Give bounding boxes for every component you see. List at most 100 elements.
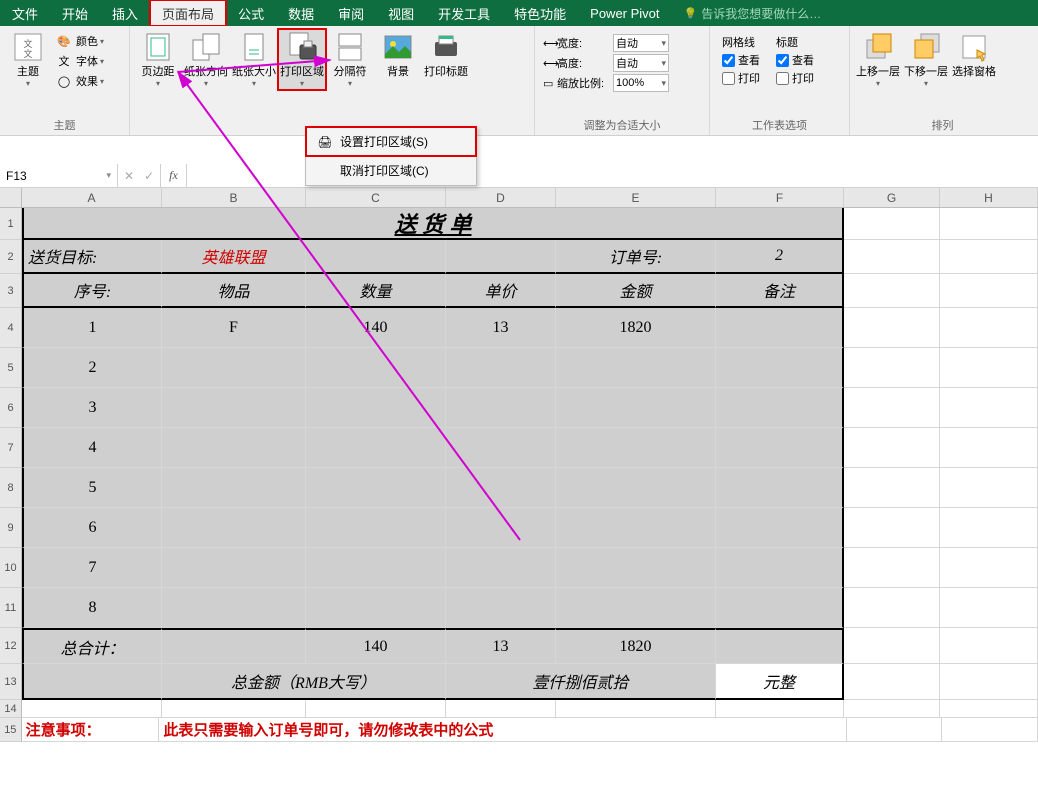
cell[interactable]: 13: [446, 308, 556, 348]
cell[interactable]: 单价: [446, 274, 556, 308]
cell[interactable]: [940, 274, 1038, 308]
cell[interactable]: [306, 548, 446, 588]
cell[interactable]: [446, 548, 556, 588]
cell[interactable]: 6: [22, 508, 162, 548]
bring-forward-button[interactable]: 上移一层▾: [854, 29, 902, 90]
cell[interactable]: [940, 388, 1038, 428]
cell[interactable]: 送 货 单: [22, 208, 844, 240]
cell[interactable]: [306, 240, 446, 274]
cell[interactable]: [844, 308, 940, 348]
cell[interactable]: [22, 700, 162, 718]
cell[interactable]: [844, 508, 940, 548]
cell[interactable]: [446, 468, 556, 508]
cell[interactable]: 2: [716, 240, 844, 274]
cell[interactable]: [446, 388, 556, 428]
cell[interactable]: [446, 240, 556, 274]
worksheet[interactable]: A B C D E F G H 1送 货 单2送货目标:英雄联盟订单号:23序号…: [0, 188, 1038, 742]
cell[interactable]: [940, 428, 1038, 468]
cell[interactable]: [940, 700, 1038, 718]
cell[interactable]: [556, 428, 716, 468]
fx-label[interactable]: fx: [161, 164, 187, 187]
cell[interactable]: 序号:: [22, 274, 162, 308]
row-header[interactable]: 5: [0, 348, 22, 388]
row-header[interactable]: 11: [0, 588, 22, 628]
cell[interactable]: [306, 588, 446, 628]
row-header[interactable]: 13: [0, 664, 22, 700]
menu-file[interactable]: 文件: [0, 0, 50, 26]
scale-height-combo[interactable]: 自动: [613, 54, 669, 72]
row-header[interactable]: 3: [0, 274, 22, 308]
cell[interactable]: 1820: [556, 628, 716, 664]
col-header[interactable]: G: [844, 188, 940, 207]
cell[interactable]: 140: [306, 628, 446, 664]
background-button[interactable]: 背景: [374, 29, 422, 81]
cell[interactable]: 3: [22, 388, 162, 428]
theme-colors-button[interactable]: 🎨颜色▾: [52, 31, 108, 51]
col-header[interactable]: C: [306, 188, 446, 207]
cell[interactable]: [162, 388, 306, 428]
cell[interactable]: 英雄联盟: [162, 240, 306, 274]
cell[interactable]: [162, 508, 306, 548]
col-header[interactable]: F: [716, 188, 844, 207]
menu-page-layout[interactable]: 页面布局: [150, 0, 226, 26]
cell[interactable]: [716, 348, 844, 388]
cell[interactable]: [556, 548, 716, 588]
cell[interactable]: [844, 274, 940, 308]
cell[interactable]: 元整: [716, 664, 844, 700]
row-header[interactable]: 4: [0, 308, 22, 348]
cell[interactable]: 此表只需要输入订单号即可，请勿修改表中的公式: [159, 718, 847, 742]
cell[interactable]: 数量: [306, 274, 446, 308]
cell[interactable]: [306, 700, 446, 718]
cell[interactable]: [940, 508, 1038, 548]
cell[interactable]: 8: [22, 588, 162, 628]
cell[interactable]: [716, 388, 844, 428]
name-box[interactable]: F13: [0, 164, 118, 187]
cell[interactable]: [556, 508, 716, 548]
cell[interactable]: [556, 588, 716, 628]
menu-developer[interactable]: 开发工具: [426, 0, 502, 26]
row-header[interactable]: 8: [0, 468, 22, 508]
cell[interactable]: [716, 508, 844, 548]
menu-power-pivot[interactable]: Power Pivot: [578, 0, 671, 26]
theme-effects-button[interactable]: ◯效果▾: [52, 71, 108, 91]
cell[interactable]: [940, 308, 1038, 348]
cell[interactable]: [22, 664, 162, 700]
cell[interactable]: 4: [22, 428, 162, 468]
menu-home[interactable]: 开始: [50, 0, 100, 26]
row-header[interactable]: 6: [0, 388, 22, 428]
cell[interactable]: [844, 628, 940, 664]
row-header[interactable]: 9: [0, 508, 22, 548]
cell[interactable]: [162, 548, 306, 588]
cell[interactable]: [556, 700, 716, 718]
select-all-corner[interactable]: [0, 188, 22, 207]
col-header[interactable]: E: [556, 188, 716, 207]
gridlines-print-checkbox[interactable]: 打印: [718, 69, 764, 87]
cell[interactable]: 备注: [716, 274, 844, 308]
cell[interactable]: [844, 588, 940, 628]
cell[interactable]: [162, 348, 306, 388]
cancel-icon[interactable]: ✕: [124, 169, 134, 183]
cell[interactable]: 7: [22, 548, 162, 588]
cell[interactable]: 总金额（RMB大写）: [162, 664, 446, 700]
col-header[interactable]: B: [162, 188, 306, 207]
col-header[interactable]: H: [940, 188, 1038, 207]
cell[interactable]: [162, 700, 306, 718]
cell[interactable]: [556, 468, 716, 508]
cell[interactable]: [716, 588, 844, 628]
send-backward-button[interactable]: 下移一层▾: [902, 29, 950, 90]
cell[interactable]: [940, 468, 1038, 508]
menu-review[interactable]: 审阅: [326, 0, 376, 26]
headings-view-checkbox[interactable]: 查看: [772, 51, 818, 69]
margins-button[interactable]: 页边距▾: [134, 29, 182, 90]
paper-size-button[interactable]: 纸张大小▾: [230, 29, 278, 90]
cell[interactable]: 注意事项：: [22, 718, 160, 742]
breaks-button[interactable]: 分隔符▾: [326, 29, 374, 90]
cell[interactable]: 140: [306, 308, 446, 348]
cell[interactable]: 1820: [556, 308, 716, 348]
set-print-area-item[interactable]: 🖨设置打印区域(S): [306, 127, 476, 156]
scale-width-combo[interactable]: 自动: [613, 34, 669, 52]
cell[interactable]: [716, 548, 844, 588]
cell[interactable]: 1: [22, 308, 162, 348]
cell[interactable]: F: [162, 308, 306, 348]
cell[interactable]: [844, 664, 940, 700]
